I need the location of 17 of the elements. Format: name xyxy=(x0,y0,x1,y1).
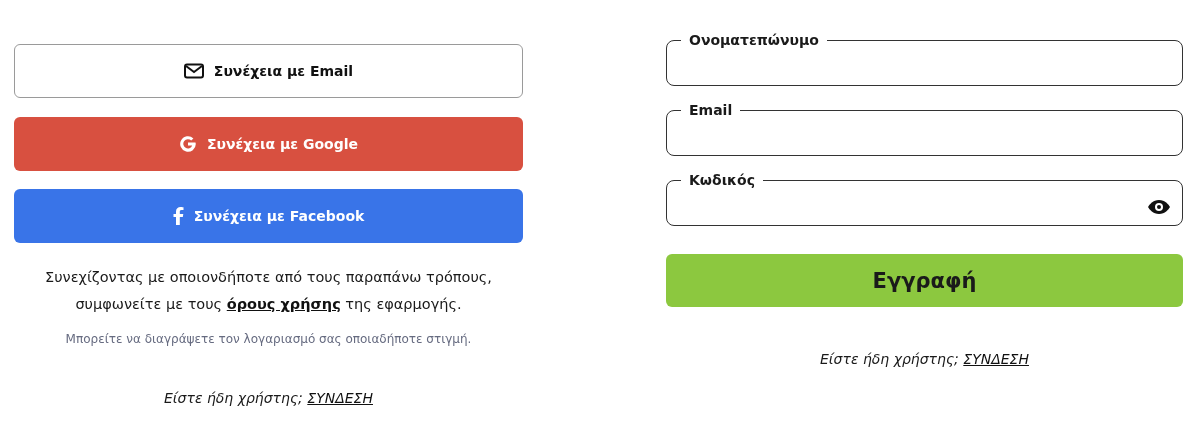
login-prompt: Είστε ήδη χρήστης; ΣΥΝΔΕΣΗ xyxy=(163,390,374,406)
input-field[interactable]: Ονοματεπώνυμο xyxy=(666,30,1183,86)
social-login-button[interactable]: Συνέχεια με Email xyxy=(14,44,523,98)
eye-icon[interactable] xyxy=(1148,200,1170,214)
terms-link[interactable]: όρους χρήσης xyxy=(226,296,341,312)
envelope-icon xyxy=(183,63,204,79)
facebook-f-icon xyxy=(172,207,184,225)
google-g-icon xyxy=(178,135,197,153)
login-prompt: Είστε ήδη χρήστης; ΣΥΝΔΕΣΗ xyxy=(819,351,1030,367)
delete-account-note: Μπορείτε να διαγράψετε τον λογαριασμό σας οποιαδήποτε στιγμή. xyxy=(64,332,473,346)
social-login-button[interactable]: Συνέχεια με Google xyxy=(14,117,523,171)
terms-text: Συνεχίζοντας με οποιονδήποτε από τους παραπάνω τρόπους, συμφωνείτε με τους όρους χρήσης της εφαρμογής. xyxy=(44,268,493,314)
login-link[interactable]: ΣΥΝΔΕΣΗ xyxy=(307,390,373,406)
input-field[interactable]: Κωδικός xyxy=(666,170,1183,226)
social-login-button[interactable]: Συνέχεια με Facebook xyxy=(14,189,523,243)
login-link[interactable]: ΣΥΝΔΕΣΗ xyxy=(963,351,1029,367)
register-button[interactable]: Εγγραφή xyxy=(666,254,1183,307)
